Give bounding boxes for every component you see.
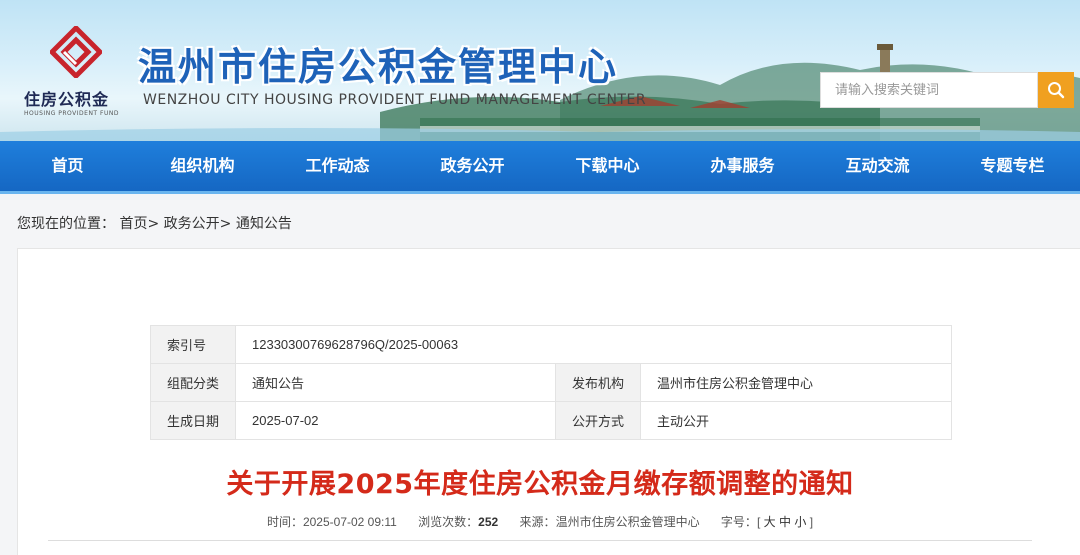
- view-count: 浏览次数：252: [418, 515, 498, 529]
- nav-item-home[interactable]: 首页: [0, 141, 135, 191]
- nav-item-organization[interactable]: 组织机构: [135, 141, 270, 191]
- article-meta: 时间：2025-07-02 09:11 浏览次数：252 来源：温州市住房公积金…: [0, 513, 1080, 530]
- site-subtitle: WENZHOU CITY HOUSING PROVIDENT FUND MANA…: [143, 92, 647, 108]
- category-value: 通知公告: [235, 363, 557, 402]
- breadcrumb-government-affairs[interactable]: 政务公开>: [164, 216, 232, 232]
- nav-item-topics[interactable]: 专题专栏: [945, 141, 1080, 191]
- header-banner: 住房公积金 HOUSING PROVIDENT FUND 温州市住房公积金管理中…: [0, 0, 1080, 141]
- document-meta-table: 索引号 12330300769628796Q/2025-00063 组配分类 通…: [149, 325, 952, 440]
- index-label: 索引号: [149, 325, 237, 364]
- publisher-value: 温州市住房公积金管理中心: [640, 363, 952, 402]
- font-size-large-button[interactable]: 大: [764, 515, 776, 529]
- disclosure-value: 主动公开: [640, 401, 952, 440]
- table-row: 生成日期 2025-07-02 公开方式 主动公开: [149, 401, 952, 440]
- logo-text-cn: 住房公积金: [24, 90, 110, 109]
- article-source: 来源：温州市住房公积金管理中心: [520, 515, 700, 529]
- article-source-value: 温州市住房公积金管理中心: [555, 515, 700, 529]
- font-size-control: 字号：[ 大 中 小 ]: [721, 515, 813, 529]
- publish-time-value: 2025-07-02 09:11: [302, 515, 397, 529]
- publisher-label: 发布机构: [555, 363, 642, 402]
- font-size-medium-button[interactable]: 中: [779, 515, 791, 529]
- article-source-label: 来源：: [519, 515, 556, 529]
- divider: [48, 540, 1032, 541]
- view-count-label: 浏览次数：: [418, 515, 479, 529]
- font-size-bracket-close: ]: [809, 515, 814, 529]
- font-size-label: 字号：: [720, 515, 757, 529]
- breadcrumb-home[interactable]: 首页>: [119, 216, 159, 232]
- publish-time-label: 时间：: [266, 515, 303, 529]
- table-row: 索引号 12330300769628796Q/2025-00063: [149, 325, 952, 364]
- publish-time: 时间：2025-07-02 09:11: [267, 515, 397, 529]
- view-count-value: 252: [478, 515, 499, 529]
- logo-emblem-icon: [50, 26, 102, 78]
- breadcrumb-notices[interactable]: 通知公告: [236, 216, 292, 232]
- search-input[interactable]: 请输入搜索关键词: [820, 72, 1038, 108]
- site-title: 温州市住房公积金管理中心: [138, 45, 619, 89]
- breadcrumb: 您现在的位置： 首页> 政务公开> 通知公告: [17, 213, 292, 233]
- nav-item-interaction[interactable]: 互动交流: [810, 141, 945, 191]
- logo-text-en: HOUSING PROVIDENT FUND: [24, 110, 119, 117]
- site-logo[interactable]: 住房公积金 HOUSING PROVIDENT FUND: [22, 26, 132, 126]
- article-title: 关于开展2025年度住房公积金月缴存额调整的通知: [226, 469, 854, 500]
- breadcrumb-prefix: 您现在的位置：: [17, 216, 115, 232]
- nav-item-government-affairs[interactable]: 政务公开: [405, 141, 540, 191]
- main-nav: 首页 组织机构 工作动态 政务公开 下载中心 办事服务 互动交流 专题专栏: [0, 141, 1080, 194]
- font-size-small-button[interactable]: 小: [794, 515, 806, 529]
- table-row: 组配分类 通知公告 发布机构 温州市住房公积金管理中心: [149, 363, 952, 402]
- nav-item-downloads[interactable]: 下载中心: [540, 141, 675, 191]
- search-button[interactable]: [1038, 72, 1074, 108]
- nav-item-news[interactable]: 工作动态: [270, 141, 405, 191]
- search-icon: [1048, 82, 1065, 99]
- category-label: 组配分类: [149, 363, 237, 402]
- disclosure-label: 公开方式: [555, 401, 642, 440]
- nav-item-services[interactable]: 办事服务: [675, 141, 810, 191]
- date-value: 2025-07-02: [235, 401, 557, 440]
- index-value: 12330300769628796Q/2025-00063: [235, 325, 952, 364]
- date-label: 生成日期: [149, 401, 237, 440]
- font-size-bracket-open: [: [756, 515, 761, 529]
